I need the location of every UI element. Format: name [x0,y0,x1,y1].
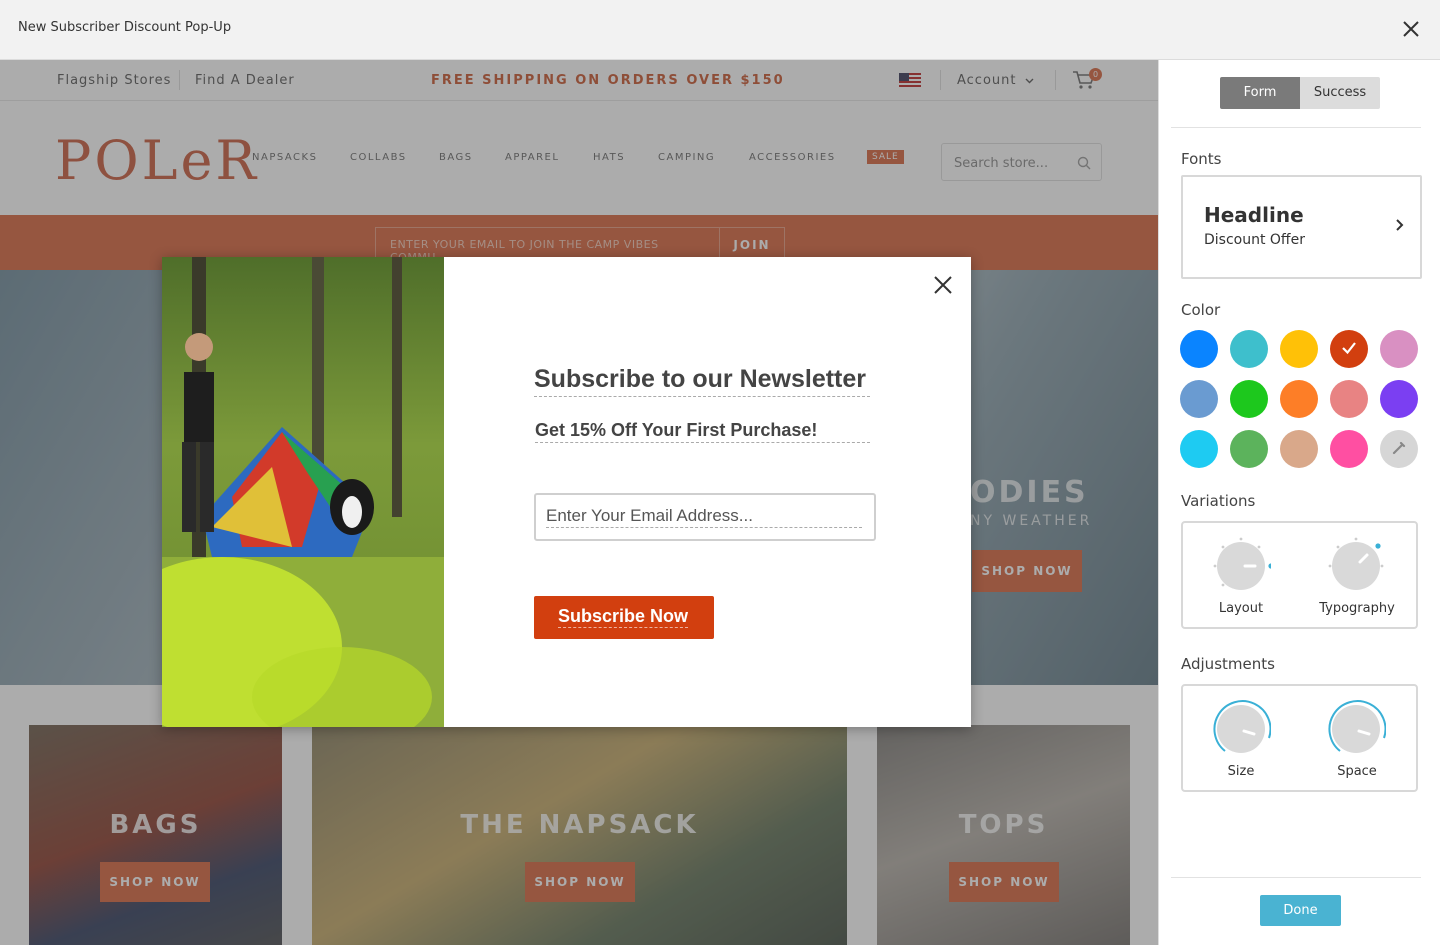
editor-panel: Form Success Fonts Headline Discount Off… [1158,60,1440,945]
fonts-label: Fonts [1181,150,1222,168]
color-swatch[interactable] [1230,330,1268,368]
camping-photo [162,257,444,727]
color-label: Color [1181,301,1221,319]
color-swatch[interactable] [1280,330,1318,368]
color-swatch[interactable] [1180,380,1218,418]
newsletter-popup: Subscribe to our Newsletter Get 15% Off … [162,257,971,727]
subscribe-now-button[interactable]: Subscribe Now [534,596,714,639]
popup-subheadline[interactable]: Get 15% Off Your First Purchase! [535,420,870,443]
window-title: New Subscriber Discount Pop-Up [18,20,232,35]
custom-color-picker[interactable] [1380,430,1418,468]
tab-form[interactable]: Form [1220,77,1300,109]
font-headline-preview: Headline [1204,203,1304,227]
divider [1171,877,1421,878]
subscribe-button-label: Subscribe Now [558,606,689,628]
email-placeholder: Enter Your Email Address... [546,506,862,528]
form-success-toggle: Form Success [1220,77,1381,109]
popup-headline[interactable]: Subscribe to our Newsletter [534,365,870,397]
adjustments-label: Adjustments [1181,655,1275,673]
eyedropper-icon [1392,441,1406,455]
variation-typography-label: Typography [1319,601,1395,616]
checkmark-icon [1342,342,1356,355]
size-knob-icon[interactable] [1211,698,1271,758]
color-swatch[interactable] [1180,430,1218,468]
color-swatch[interactable] [1380,380,1418,418]
font-selector-card[interactable]: Headline Discount Offer [1181,175,1422,279]
popup-close-icon[interactable] [933,275,953,295]
title-bar: New Subscriber Discount Pop-Up [0,0,1440,60]
variations-label: Variations [1181,492,1256,510]
adjustments-box: Size Space [1181,684,1418,792]
variation-layout-label: Layout [1218,601,1264,616]
done-button[interactable]: Done [1260,895,1341,926]
camping-photo-image [162,257,444,727]
tab-success[interactable]: Success [1300,77,1380,109]
chevron-right-icon [1396,219,1404,231]
layout-knob-icon[interactable] [1211,535,1271,595]
color-swatch[interactable] [1330,330,1368,368]
color-swatch[interactable] [1180,330,1218,368]
color-swatch[interactable] [1330,430,1368,468]
variations-box: Layout Typography [1181,521,1418,629]
space-knob-icon[interactable] [1326,698,1386,758]
color-swatch[interactable] [1230,430,1268,468]
adjustment-size-label: Size [1227,764,1255,779]
divider [1171,127,1421,128]
site-preview: Flagship Stores Find A Dealer FREE SHIPP… [0,60,1158,945]
color-swatch[interactable] [1280,430,1318,468]
adjustment-space-label: Space [1337,764,1377,779]
color-swatch[interactable] [1330,380,1368,418]
typography-knob-icon[interactable] [1326,535,1386,595]
close-icon[interactable] [1400,18,1422,40]
color-swatch[interactable] [1230,380,1268,418]
color-swatch[interactable] [1280,380,1318,418]
color-swatch[interactable] [1380,330,1418,368]
popup-email-input[interactable]: Enter Your Email Address... [534,493,876,541]
font-sub-preview: Discount Offer [1204,232,1305,248]
